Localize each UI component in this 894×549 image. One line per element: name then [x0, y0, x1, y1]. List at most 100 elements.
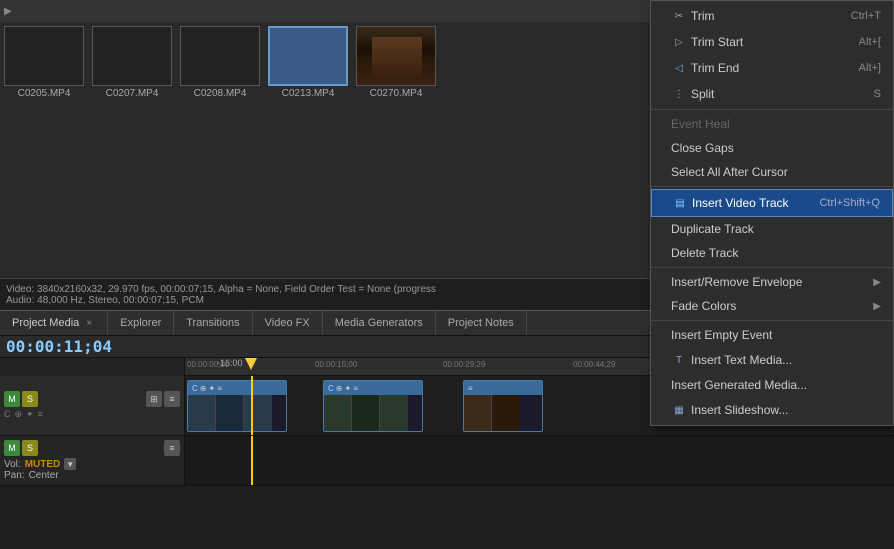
menu-shortcut: S — [874, 88, 881, 100]
menu-item-insert-remove-envelope[interactable]: Insert/Remove Envelope ▶ — [651, 270, 893, 294]
menu-item-insert-slideshow[interactable]: ▦ Insert Slideshow... — [651, 397, 893, 423]
thumbnail-image — [268, 26, 348, 86]
menu-item-trim-start[interactable]: ▷ Trim Start Alt+[ — [651, 29, 893, 55]
ruler-time-0: 00:00:00;00 — [187, 360, 229, 369]
video-track-controls: M S ⊞ ≡ C ⊕ ✦ ≡ — [0, 376, 185, 435]
timecode-display: 00:00:11;04 — [6, 337, 112, 356]
slideshow-icon: ▦ — [671, 402, 687, 418]
menu-separator-1 — [651, 109, 893, 110]
menu-item-insert-empty-event[interactable]: Insert Empty Event — [651, 323, 893, 347]
pan-value: Center — [29, 470, 59, 481]
solo-icon[interactable]: S — [22, 391, 38, 407]
menu-separator-4 — [651, 320, 893, 321]
trim-icon: ✂ — [671, 8, 687, 24]
menu-item-insert-video-track[interactable]: ▤ Insert Video Track Ctrl+Shift+Q — [651, 189, 893, 217]
thumbnail-label: C0205.MP4 — [18, 88, 71, 99]
submenu-arrow-2: ▶ — [873, 301, 881, 312]
pan-label: Pan: — [4, 470, 25, 481]
menu-item-delete-track[interactable]: Delete Track — [651, 241, 893, 265]
menu-label: Split — [691, 87, 714, 101]
vol-label: Vol: — [4, 459, 21, 470]
menu-item-select-all-after-cursor[interactable]: Select All After Cursor — [651, 160, 893, 184]
media-bar-label: ▶ — [4, 6, 12, 17]
tab-media-generators[interactable]: Media Generators — [323, 311, 436, 335]
tab-label: Transitions — [186, 317, 239, 329]
menu-label: Trim — [691, 9, 715, 23]
thumb-figure — [372, 37, 422, 77]
clip-thumbnail-3 — [464, 395, 542, 431]
menu-separator-2 — [651, 186, 893, 187]
menu-item-insert-text-media[interactable]: T Insert Text Media... — [651, 347, 893, 373]
tab-label: Video FX — [265, 317, 310, 329]
tab-video-fx[interactable]: Video FX — [253, 311, 323, 335]
menu-item-insert-generated-media[interactable]: Insert Generated Media... — [651, 373, 893, 397]
tab-explorer[interactable]: Explorer — [108, 311, 174, 335]
thumbnail-image — [4, 26, 84, 86]
vol-dropdown-icon[interactable]: ▼ — [64, 458, 76, 470]
menu-label: Insert/Remove Envelope — [671, 275, 802, 289]
list-item[interactable]: C0207.MP4 — [92, 26, 172, 99]
menu-label: Insert Text Media... — [691, 353, 792, 367]
ruler-time-2: 00:00:29;29 — [443, 360, 485, 369]
menu-label: Select All After Cursor — [671, 165, 788, 179]
menu-item-close-gaps[interactable]: Close Gaps — [651, 136, 893, 160]
mute-icon[interactable]: M — [4, 391, 20, 407]
menu-shortcut: Alt+[ — [859, 36, 881, 48]
thumbnail-label: C0207.MP4 — [106, 88, 159, 99]
text-media-icon: T — [671, 352, 687, 368]
audio-track-content[interactable] — [185, 436, 894, 485]
audio-play-cursor-line — [251, 436, 253, 485]
list-item[interactable]: C0213.MP4 — [268, 26, 348, 99]
clip-header: C ⊕ ✦ ≡ — [188, 381, 286, 395]
menu-label: Trim Start — [691, 35, 743, 49]
thumbnail-label: C0213.MP4 — [282, 88, 335, 99]
menu-label: Insert Slideshow... — [691, 403, 788, 417]
track-mode-row: C ⊕ ✦ ≡ — [4, 409, 180, 420]
vol-value: MUTED — [25, 459, 61, 470]
list-item[interactable]: C0270.MP4 — [356, 26, 436, 99]
thumbnail-image — [92, 26, 172, 86]
play-cursor-line — [251, 376, 253, 435]
tab-project-media[interactable]: Project Media × — [0, 311, 108, 335]
video-clip-3[interactable]: ≡ — [463, 380, 543, 432]
audio-track-row: M S ≡ Vol: MUTED ▼ Pan: Center — [0, 436, 894, 486]
submenu-arrow: ▶ — [873, 277, 881, 288]
vol-row: Vol: MUTED ▼ — [4, 458, 180, 470]
menu-label: Insert Empty Event — [671, 328, 772, 342]
menu-item-duplicate-track[interactable]: Duplicate Track — [651, 217, 893, 241]
insert-track-icon: ▤ — [672, 195, 688, 211]
menu-label: Insert Generated Media... — [671, 378, 807, 392]
thumbnail-label: C0208.MP4 — [194, 88, 247, 99]
ruler-left-spacer — [0, 358, 185, 376]
thumbnail-image — [180, 26, 260, 86]
clip-header-3: ≡ — [464, 381, 542, 395]
menu-item-fade-colors[interactable]: Fade Colors ▶ — [651, 294, 893, 318]
audio-track-controls: M S ≡ Vol: MUTED ▼ Pan: Center — [0, 436, 185, 485]
menu-separator-3 — [651, 267, 893, 268]
play-cursor-marker — [245, 358, 257, 370]
video-clip-1[interactable]: C ⊕ ✦ ≡ — [187, 380, 287, 432]
tab-project-notes[interactable]: Project Notes — [436, 311, 527, 335]
tab-label: Explorer — [120, 317, 161, 329]
trim-start-icon: ▷ — [671, 34, 687, 50]
audio-mute-icon[interactable]: M — [4, 440, 20, 456]
ruler-time-1: 00:00:15;00 — [315, 360, 357, 369]
audio-options-icon[interactable]: ≡ — [164, 440, 180, 456]
menu-shortcut: Alt+] — [859, 62, 881, 74]
menu-item-split[interactable]: ⋮ Split S — [651, 81, 893, 107]
tab-close-button[interactable]: × — [83, 317, 95, 329]
options-icon[interactable]: ≡ — [164, 391, 180, 407]
menu-item-trim[interactable]: ✂ Trim Ctrl+T — [651, 3, 893, 29]
menu-label: Close Gaps — [671, 141, 734, 155]
expand-icon[interactable]: ⊞ — [146, 391, 162, 407]
tab-transitions[interactable]: Transitions — [174, 311, 252, 335]
list-item[interactable]: C0205.MP4 — [4, 26, 84, 99]
video-clip-2[interactable]: C ⊕ ✦ ≡ — [323, 380, 423, 432]
tab-label: Project Notes — [448, 317, 514, 329]
tab-label: Project Media — [12, 317, 79, 329]
menu-item-trim-end[interactable]: ◁ Trim End Alt+] — [651, 55, 893, 81]
audio-solo-icon[interactable]: S — [22, 440, 38, 456]
list-item[interactable]: C0208.MP4 — [180, 26, 260, 99]
ruler-time-3: 00:00:44;29 — [573, 360, 615, 369]
menu-label: Trim End — [691, 61, 739, 75]
